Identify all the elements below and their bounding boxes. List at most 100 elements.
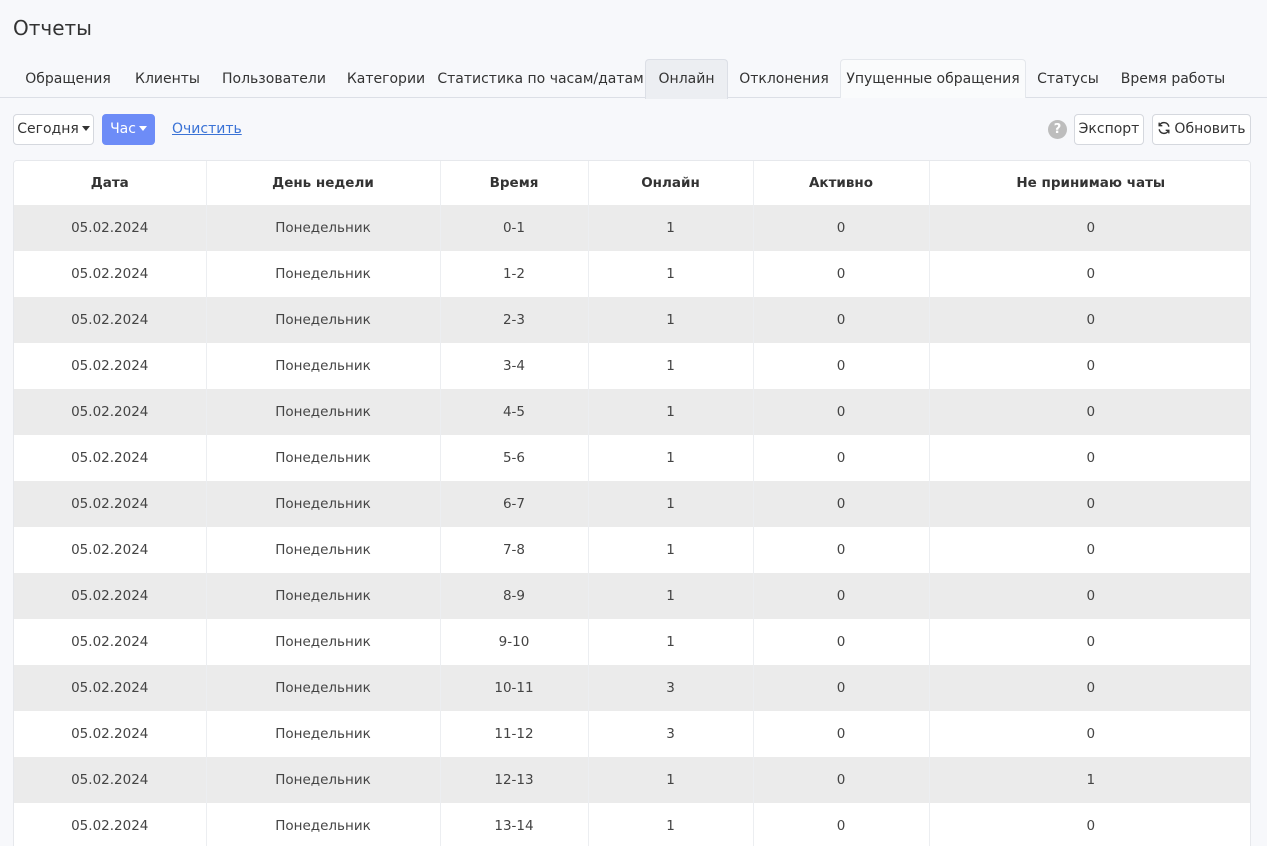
column-header-date[interactable]: Дата (14, 161, 207, 205)
tab-clients[interactable]: Клиенты (123, 59, 212, 98)
cell-not-accepting-chats: 0 (929, 343, 1250, 389)
cell-online: 1 (588, 527, 754, 573)
column-header-time[interactable]: Время (440, 161, 589, 205)
period-dropdown[interactable]: Сегодня (13, 114, 94, 145)
column-header-weekday[interactable]: День недели (206, 161, 441, 205)
cell-time: 5-6 (440, 435, 589, 481)
tab-users[interactable]: Пользователи (212, 59, 336, 98)
cell-active: 0 (753, 803, 930, 846)
export-button[interactable]: Экспорт (1074, 114, 1144, 145)
cell-active: 0 (753, 435, 930, 481)
tab-work-time[interactable]: Время работы (1110, 59, 1236, 98)
cell-not-accepting-chats: 0 (929, 803, 1250, 846)
cell-online: 3 (588, 711, 754, 757)
group-by-label: Час (110, 121, 136, 137)
cell-online: 1 (588, 297, 754, 343)
cell-date: 05.02.2024 (14, 205, 207, 251)
column-header-active[interactable]: Активно (753, 161, 930, 205)
table-row: 05.02.2024 Понедельник 4-5 1 0 0 (14, 389, 1250, 435)
table-header-row: Дата День недели Время Онлайн Активно Не… (14, 161, 1250, 205)
group-by-dropdown[interactable]: Час (102, 114, 155, 145)
cell-time: 6-7 (440, 481, 589, 527)
refresh-icon (1158, 121, 1170, 134)
cell-active: 0 (753, 251, 930, 297)
cell-online: 1 (588, 573, 754, 619)
cell-date: 05.02.2024 (14, 619, 207, 665)
help-icon[interactable]: ? (1048, 120, 1067, 139)
table-row: 05.02.2024 Понедельник 3-4 1 0 0 (14, 343, 1250, 389)
cell-active: 0 (753, 297, 930, 343)
refresh-label: Обновить (1174, 121, 1246, 137)
cell-weekday: Понедельник (206, 481, 441, 527)
cell-weekday: Понедельник (206, 435, 441, 481)
cell-not-accepting-chats: 0 (929, 711, 1250, 757)
table-row: 05.02.2024 Понедельник 12-13 1 0 1 (14, 757, 1250, 803)
cell-not-accepting-chats: 0 (929, 435, 1250, 481)
cell-online: 1 (588, 757, 754, 803)
cell-date: 05.02.2024 (14, 435, 207, 481)
refresh-button[interactable]: Обновить (1152, 114, 1251, 145)
cell-time: 1-2 (440, 251, 589, 297)
cell-date: 05.02.2024 (14, 389, 207, 435)
tab-statuses[interactable]: Статусы (1026, 59, 1110, 98)
report-tabs: Обращения Клиенты Пользователи Категории… (0, 58, 1267, 99)
tab-missed-requests[interactable]: Упущенные обращения (840, 59, 1026, 98)
cell-weekday: Понедельник (206, 573, 441, 619)
period-label: Сегодня (17, 121, 79, 137)
cell-date: 05.02.2024 (14, 251, 207, 297)
cell-weekday: Понедельник (206, 527, 441, 573)
column-header-not-accepting-chats[interactable]: Не принимаю чаты (929, 161, 1250, 205)
cell-time: 11-12 (440, 711, 589, 757)
table-row: 05.02.2024 Понедельник 2-3 1 0 0 (14, 297, 1250, 343)
cell-weekday: Понедельник (206, 711, 441, 757)
cell-date: 05.02.2024 (14, 757, 207, 803)
clear-link[interactable]: Очистить (172, 121, 242, 137)
table-row: 05.02.2024 Понедельник 1-2 1 0 0 (14, 251, 1250, 297)
column-header-online[interactable]: Онлайн (588, 161, 754, 205)
table-row: 05.02.2024 Понедельник 11-12 3 0 0 (14, 711, 1250, 757)
cell-active: 0 (753, 481, 930, 527)
tab-categories[interactable]: Категории (336, 59, 436, 98)
cell-active: 0 (753, 205, 930, 251)
table-row: 05.02.2024 Понедельник 5-6 1 0 0 (14, 435, 1250, 481)
cell-time: 12-13 (440, 757, 589, 803)
cell-active: 0 (753, 711, 930, 757)
table-row: 05.02.2024 Понедельник 13-14 1 0 0 (14, 803, 1250, 846)
table-row: 05.02.2024 Понедельник 8-9 1 0 0 (14, 573, 1250, 619)
cell-weekday: Понедельник (206, 389, 441, 435)
cell-not-accepting-chats: 0 (929, 205, 1250, 251)
cell-weekday: Понедельник (206, 619, 441, 665)
caret-down-icon (138, 125, 147, 131)
cell-weekday: Понедельник (206, 803, 441, 846)
cell-weekday: Понедельник (206, 757, 441, 803)
cell-active: 0 (753, 343, 930, 389)
cell-weekday: Понедельник (206, 343, 441, 389)
cell-weekday: Понедельник (206, 251, 441, 297)
tab-rejections[interactable]: Отклонения (728, 59, 840, 98)
cell-date: 05.02.2024 (14, 803, 207, 846)
cell-date: 05.02.2024 (14, 343, 207, 389)
tab-hourly-stats[interactable]: Статистика по часам/датам (436, 59, 645, 98)
table-row: 05.02.2024 Понедельник 7-8 1 0 0 (14, 527, 1250, 573)
cell-time: 10-11 (440, 665, 589, 711)
tab-online[interactable]: Онлайн (645, 59, 728, 99)
cell-not-accepting-chats: 0 (929, 251, 1250, 297)
cell-time: 8-9 (440, 573, 589, 619)
page-title: Отчеты (13, 16, 92, 40)
cell-weekday: Понедельник (206, 297, 441, 343)
cell-date: 05.02.2024 (14, 665, 207, 711)
cell-active: 0 (753, 527, 930, 573)
cell-date: 05.02.2024 (14, 481, 207, 527)
cell-online: 1 (588, 251, 754, 297)
cell-time: 7-8 (440, 527, 589, 573)
cell-time: 0-1 (440, 205, 589, 251)
cell-online: 1 (588, 389, 754, 435)
cell-weekday: Понедельник (206, 205, 441, 251)
cell-time: 13-14 (440, 803, 589, 846)
cell-not-accepting-chats: 0 (929, 527, 1250, 573)
cell-time: 4-5 (440, 389, 589, 435)
cell-time: 9-10 (440, 619, 589, 665)
tab-requests[interactable]: Обращения (13, 59, 123, 98)
caret-down-icon (81, 125, 90, 131)
cell-date: 05.02.2024 (14, 297, 207, 343)
